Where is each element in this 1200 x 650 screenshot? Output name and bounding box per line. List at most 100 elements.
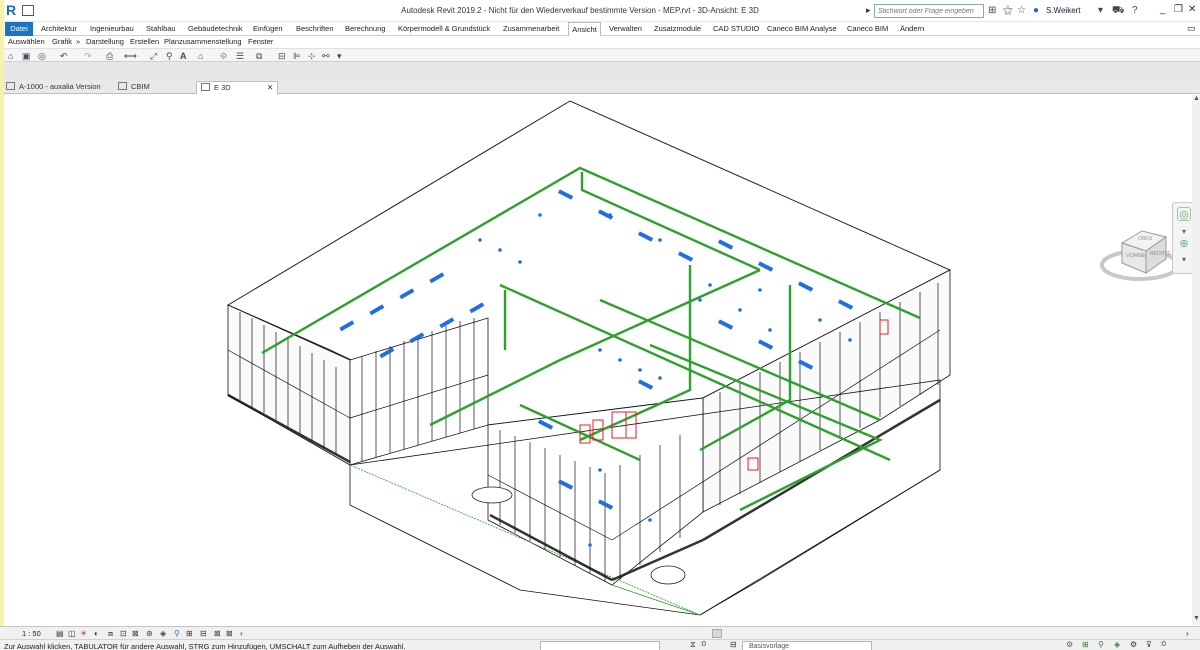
close-icon[interactable]: ✕: [1188, 4, 1196, 15]
search-input[interactable]: [874, 4, 984, 18]
scroll-down-icon[interactable]: ▼: [1193, 615, 1200, 622]
3d-view-icon[interactable]: ⌂: [198, 50, 203, 62]
design-options-icon[interactable]: ⊟: [730, 640, 737, 649]
measure-icon[interactable]: ⟷: [124, 50, 137, 62]
building-3d-model[interactable]: [0, 95, 1200, 625]
open-icon[interactable]: ⌂: [8, 50, 13, 62]
print-icon[interactable]: ⎙: [106, 50, 113, 62]
reveal-hidden-icon[interactable]: ⚲: [174, 628, 180, 639]
horizontal-scroll-thumb[interactable]: [712, 629, 722, 638]
editable-only-icon[interactable]: ⧖: [690, 640, 696, 650]
drawing-area[interactable]: OBEN VORNE RECHTS ◎ ▾ ⊕ ▾: [0, 95, 1200, 625]
tab-aendern[interactable]: Ändern: [900, 24, 924, 33]
cart-icon[interactable]: ⛟: [1112, 4, 1125, 18]
text-icon[interactable]: A: [180, 50, 187, 62]
restore-icon[interactable]: ❐: [1174, 4, 1183, 15]
panel-grafik[interactable]: Grafik: [52, 37, 72, 46]
worksharing-display-icon[interactable]: ⊠: [226, 628, 233, 639]
tab-datei[interactable]: Datei: [5, 22, 33, 36]
favorites-icon[interactable]: ☆: [1017, 4, 1026, 18]
tab-verwalten[interactable]: Verwalten: [609, 24, 642, 33]
scroll-left-icon[interactable]: ‹: [240, 628, 243, 639]
tab-berechnung[interactable]: Berechnung: [345, 24, 385, 33]
viewcube-right-label[interactable]: RECHTS: [1150, 251, 1171, 257]
tab-einfuegen[interactable]: Einfügen: [253, 24, 283, 33]
highlight-displacement-icon[interactable]: ⊟: [200, 628, 207, 639]
tab-ansicht[interactable]: Ansicht: [568, 22, 601, 36]
panel-darstellung[interactable]: Darstellung: [86, 37, 124, 46]
temporary-hide-icon[interactable]: ◈: [160, 628, 166, 639]
redo-icon[interactable]: ↷: [84, 50, 92, 62]
select-by-face-icon[interactable]: ◈: [1114, 640, 1120, 649]
tab-beschriften[interactable]: Beschriften: [296, 24, 334, 33]
panel-fenster[interactable]: Fenster: [248, 37, 273, 46]
filter-icon[interactable]: ⊽: [1146, 640, 1152, 649]
lock-view-icon[interactable]: ⊛: [146, 628, 153, 639]
binoculars-icon[interactable]: ⊞: [988, 4, 996, 18]
tab-koerpermodell[interactable]: Körpermodell & Grundstück: [398, 24, 490, 33]
tab-view-e3d[interactable]: E 3D ✕: [196, 81, 278, 94]
steering-wheel-icon[interactable]: ◎: [1177, 207, 1191, 221]
tab-caneco-bim[interactable]: Caneco BIM: [847, 24, 888, 33]
reveal-constraints-icon[interactable]: ⊠: [214, 628, 221, 639]
tab-architektur[interactable]: Architektur: [41, 24, 77, 33]
crop-view-icon[interactable]: ⊡: [120, 628, 127, 639]
save-icon[interactable]: ▣: [22, 50, 31, 62]
visual-style-icon[interactable]: ◫: [68, 628, 76, 639]
select-underlay-icon[interactable]: ⊞: [1082, 640, 1089, 649]
minimize-icon[interactable]: _: [1160, 4, 1166, 15]
panel-erstellen[interactable]: Erstellen: [130, 37, 159, 46]
revit-logo-icon[interactable]: R: [6, 3, 20, 18]
pin-icon[interactable]: ⊹: [308, 50, 316, 62]
application-menu-icon[interactable]: [22, 5, 34, 16]
help-icon[interactable]: ?: [1132, 4, 1138, 18]
render-icon[interactable]: ⧈: [108, 628, 113, 639]
tab-sheet-a1000[interactable]: A-1000 - auxalia Version: [6, 81, 106, 94]
tag-icon[interactable]: ⚲: [166, 50, 173, 62]
user-menu-chevron-icon[interactable]: ▾: [1098, 4, 1103, 18]
tab-stahlbau[interactable]: Stahlbau: [146, 24, 176, 33]
zoom-icon[interactable]: ⊕: [1177, 237, 1191, 251]
undo-icon[interactable]: ↶: [60, 50, 68, 62]
tab-cad-studio[interactable]: CAD STUDIO: [713, 24, 759, 33]
shadows-icon[interactable]: ◐: [94, 628, 99, 639]
user-icon[interactable]: ●: [1033, 4, 1039, 18]
tab-zusatzmodule[interactable]: Zusatzmodule: [654, 24, 701, 33]
section-icon[interactable]: ⟐: [220, 50, 227, 62]
tab-caneco-bim-analyse[interactable]: Caneco BIM Analyse: [767, 24, 837, 33]
panel-planzusammenstellung[interactable]: Planzusammenstellung: [164, 37, 242, 46]
select-links-icon[interactable]: ⚙: [1066, 640, 1073, 649]
dimension-icon[interactable]: ⤢: [150, 50, 157, 62]
tab-view-cbim[interactable]: CBIM: [118, 81, 178, 94]
drag-elements-icon[interactable]: ⚙: [1130, 640, 1137, 649]
tab-zusammenarbeit[interactable]: Zusammenarbeit: [503, 24, 559, 33]
tab-gebaeudetechnik[interactable]: Gebäudetechnik: [188, 24, 243, 33]
switch-windows-icon[interactable]: ⊟: [278, 50, 286, 62]
panel-overflow[interactable]: »: [76, 37, 80, 46]
thin-lines-icon[interactable]: ☰: [236, 50, 244, 62]
viewcube-front-label[interactable]: VORNE: [1126, 253, 1146, 259]
detail-level-icon[interactable]: ▤: [56, 628, 64, 639]
select-pinned-icon[interactable]: ⚲: [1098, 640, 1104, 649]
ribbon-toggle-icon[interactable]: ▭: [1187, 23, 1196, 34]
vertical-scrollbar[interactable]: ▲ ▼: [1192, 95, 1200, 625]
search-expand-icon[interactable]: ▸: [866, 5, 871, 16]
analytical-model-icon[interactable]: ⊞: [186, 628, 193, 639]
sync-icon[interactable]: ◎: [38, 50, 46, 62]
scroll-up-icon[interactable]: ▲: [1193, 95, 1200, 102]
sun-path-icon[interactable]: ☀: [80, 628, 87, 639]
tab-ingenieurbau[interactable]: Ingenieurbau: [90, 24, 134, 33]
viewcube-top-label[interactable]: OBEN: [1138, 236, 1153, 242]
close-hidden-windows-icon[interactable]: ⧉: [256, 50, 262, 62]
panel-auswaehlen[interactable]: Auswählen: [8, 37, 45, 46]
link-icon[interactable]: ⚯: [322, 50, 330, 62]
scroll-right-icon[interactable]: ›: [1186, 628, 1189, 639]
workset-selector[interactable]: [540, 641, 660, 650]
close-tab-icon[interactable]: ✕: [267, 82, 273, 94]
zoom-menu-icon[interactable]: ▾: [1177, 253, 1191, 267]
communication-center-icon[interactable]: ⚝: [1003, 4, 1013, 18]
view-scale[interactable]: 1 : 50: [22, 629, 41, 638]
align-icon[interactable]: ⊫: [293, 50, 301, 62]
customize-toolbar-icon[interactable]: ▾: [337, 50, 342, 62]
show-crop-icon[interactable]: ⊠: [132, 628, 139, 639]
